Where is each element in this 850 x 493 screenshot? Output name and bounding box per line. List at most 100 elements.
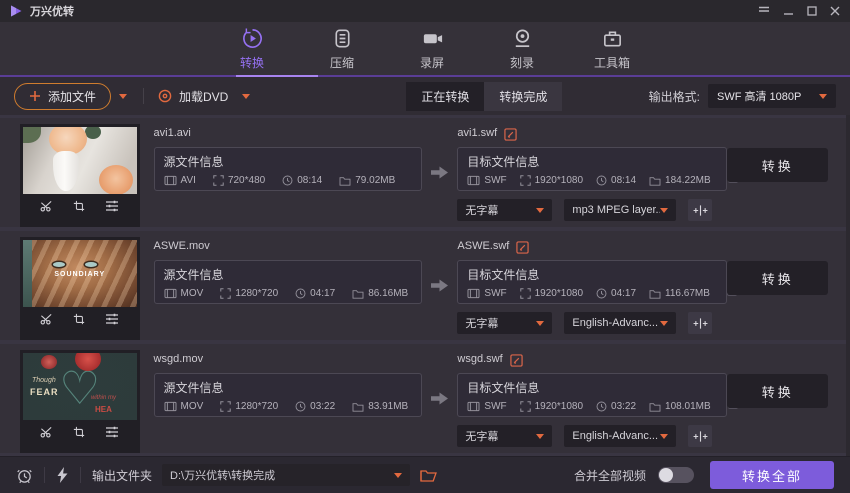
- rename-icon[interactable]: [509, 353, 523, 367]
- tab-convert-label: 转换: [239, 55, 264, 70]
- filesize-info: 116.67MB: [649, 288, 710, 299]
- merge-all-toggle[interactable]: [658, 467, 694, 483]
- film-icon: [164, 401, 177, 412]
- filesize-info: 108.01MB: [649, 401, 711, 412]
- target-info-panel: 目标文件信息 SWF 1920*1080 04:17 116.67MB: [457, 260, 737, 304]
- add-audio-track-button[interactable]: [688, 199, 713, 221]
- video-thumbnail[interactable]: [20, 124, 140, 227]
- tab-finished[interactable]: 转换完成: [484, 81, 563, 111]
- chevron-down-icon: [536, 320, 545, 326]
- chevron-down-icon: [660, 433, 669, 439]
- source-filename: avi1.avi: [153, 127, 191, 139]
- load-dvd-button[interactable]: 加载DVD: [152, 84, 234, 109]
- duration-info: 04:17: [295, 288, 335, 299]
- film-icon: [164, 175, 177, 186]
- effects-icon[interactable]: [105, 313, 119, 325]
- convert-button[interactable]: 转换: [727, 148, 828, 182]
- audio-track-select[interactable]: English-Advanc...: [564, 425, 677, 447]
- format-info: MOV: [164, 288, 203, 299]
- file-list: avi1.avi 源文件信息 AVI 720*480 08:14 79.02MB…: [0, 115, 850, 456]
- chevron-down-icon: [819, 93, 827, 99]
- tab-record[interactable]: 录屏: [409, 27, 455, 71]
- source-panel-title: 源文件信息: [163, 381, 224, 395]
- target-info-panel: 目标文件信息 SWF 1920*1080 03:22 108.01MB: [457, 373, 738, 417]
- chevron-down-icon: [394, 472, 403, 478]
- source-filename: ASWE.mov: [153, 240, 210, 252]
- resolution-icon: [519, 288, 531, 299]
- app-logo-icon: [10, 5, 23, 17]
- schedule-icon[interactable]: [16, 467, 33, 484]
- rename-icon[interactable]: [516, 240, 530, 254]
- subtitle-select[interactable]: 无字幕: [457, 199, 553, 221]
- maximize-icon[interactable]: [807, 6, 817, 16]
- plus-icon: [29, 90, 41, 102]
- convert-button[interactable]: 转换: [727, 374, 828, 408]
- thumbnail-image: ♡ Though FEAR within my HEA: [23, 353, 137, 420]
- add-files-button[interactable]: 添加文件: [14, 82, 112, 110]
- chevron-down-icon: [536, 433, 545, 439]
- tab-convert[interactable]: 转换: [229, 27, 275, 71]
- folder-icon: [352, 289, 364, 299]
- crop-icon[interactable]: [73, 426, 85, 438]
- resolution-icon: [220, 288, 232, 299]
- output-path-select[interactable]: D:\万兴优转\转换完成: [162, 464, 411, 486]
- convert-button[interactable]: 转换: [727, 261, 828, 295]
- tab-compress[interactable]: 压缩: [319, 27, 365, 71]
- trim-icon[interactable]: [40, 426, 53, 438]
- folder-icon: [649, 176, 661, 186]
- duration-info: 03:22: [596, 401, 636, 412]
- add-audio-track-button[interactable]: [688, 312, 713, 334]
- resolution-icon: [519, 175, 531, 186]
- video-thumbnail[interactable]: SOUNDIARY: [20, 237, 140, 340]
- resolution-info: 1280*720: [220, 288, 278, 299]
- merge-all-label: 合并全部视频: [573, 468, 646, 483]
- audio-track-select[interactable]: mp3 MPEG layer...: [564, 199, 677, 221]
- close-icon[interactable]: [830, 6, 840, 16]
- subtitle-select[interactable]: 无字幕: [457, 312, 553, 334]
- thumbnail-image: [23, 127, 137, 194]
- tab-burn[interactable]: 刻录: [499, 27, 545, 71]
- source-panel-title: 源文件信息: [163, 155, 224, 169]
- trim-icon[interactable]: [40, 313, 53, 325]
- add-files-dropdown-icon[interactable]: [119, 93, 128, 99]
- trim-icon[interactable]: [40, 200, 53, 212]
- crop-icon[interactable]: [73, 200, 85, 212]
- folder-icon: [352, 402, 364, 412]
- resolution-info: 1920*1080: [519, 401, 583, 412]
- chevron-down-icon: [536, 207, 545, 213]
- format-info: SWF: [467, 175, 507, 186]
- output-format-select[interactable]: SWF 高清 1080P: [708, 84, 836, 108]
- audio-track-select[interactable]: English-Advanc...: [564, 312, 677, 334]
- duration-info: 08:14: [596, 175, 636, 186]
- burn-disc-icon: [511, 27, 534, 50]
- open-folder-icon[interactable]: [420, 468, 437, 482]
- source-info-panel: 源文件信息 MOV 1280*720 04:17 86.16MB: [153, 260, 422, 304]
- video-thumbnail[interactable]: ♡ Though FEAR within my HEA: [20, 350, 140, 453]
- duration-info: 03:22: [295, 401, 335, 412]
- crop-icon[interactable]: [73, 313, 85, 325]
- tab-toolbox-label: 工具箱: [593, 55, 630, 70]
- tab-converting[interactable]: 正在转换: [406, 81, 485, 111]
- thumbnail-toolbar: [23, 420, 137, 443]
- app-title: 万兴优转: [30, 6, 74, 18]
- add-audio-track-button[interactable]: [688, 425, 713, 447]
- toolbox-icon: [601, 27, 624, 50]
- effects-icon[interactable]: [105, 200, 119, 212]
- high-speed-icon[interactable]: [56, 467, 69, 483]
- merge-tracks-icon: [693, 204, 708, 216]
- scrollbar[interactable]: [846, 115, 850, 456]
- subtitle-select[interactable]: 无字幕: [457, 425, 553, 447]
- rename-icon[interactable]: [504, 127, 517, 141]
- minimize-icon[interactable]: [783, 6, 794, 16]
- menu-icon[interactable]: [758, 6, 770, 16]
- chevron-down-icon: [660, 320, 669, 326]
- clock-icon: [295, 401, 306, 412]
- source-info-panel: 源文件信息 MOV 1280*720 03:22 83.91MB: [153, 373, 422, 417]
- effects-icon[interactable]: [105, 426, 119, 438]
- tab-toolbox[interactable]: 工具箱: [589, 27, 635, 71]
- resolution-info: 720*480: [213, 175, 265, 186]
- load-dvd-dropdown-icon[interactable]: [242, 93, 251, 99]
- resolution-icon: [213, 175, 224, 186]
- convert-all-button[interactable]: 转换全部: [710, 461, 834, 489]
- source-info: avi1.avi 源文件信息 AVI 720*480 08:14 79.02MB: [153, 124, 422, 227]
